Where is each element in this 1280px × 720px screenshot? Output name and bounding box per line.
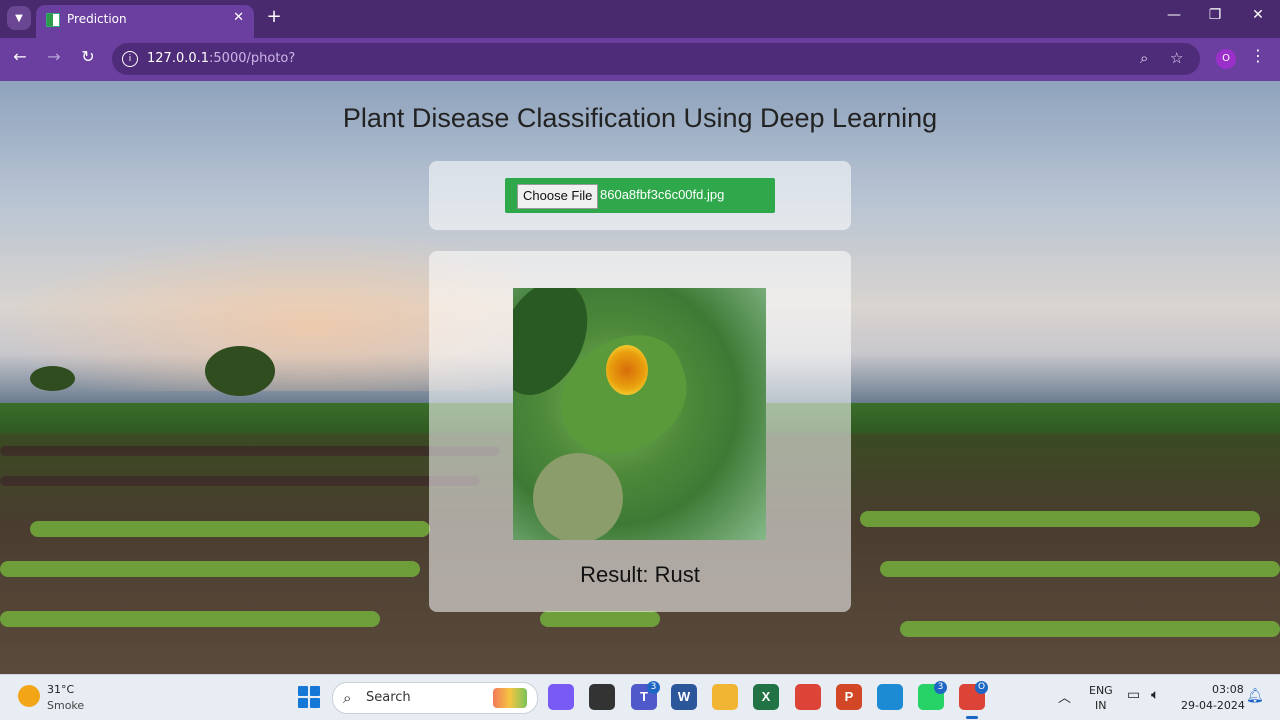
leaf-shape	[533, 453, 623, 540]
explorer-icon[interactable]	[712, 684, 738, 710]
notification-bell-icon[interactable]: 🔔︎	[1246, 688, 1264, 704]
field-row	[900, 621, 1280, 637]
taskbar: 31°C Smoke ⌕ Search T3WXP3O ︿ ENG IN ▭ 🔈…	[0, 674, 1280, 720]
whatsapp-badge: 3	[934, 681, 947, 694]
choose-file-button[interactable]: Choose File	[517, 184, 599, 209]
clock-time[interactable]: 03:08	[1212, 683, 1244, 696]
selected-file-name: 860a8fbf3c6c00fd.jpg	[600, 187, 725, 202]
weather-icon[interactable]	[18, 685, 40, 707]
chrome-icon[interactable]	[795, 684, 821, 710]
field-row	[0, 561, 420, 577]
reload-icon[interactable]: ↻	[76, 47, 100, 66]
taskbar-search[interactable]: ⌕ Search	[332, 682, 538, 714]
tab-strip: ▼ Prediction ✕ + — ❐ ✕	[0, 0, 1280, 38]
address-bar[interactable]: i 127.0.0.1:5000/photo? ⌕ ☆	[112, 43, 1200, 75]
favicon-icon	[46, 13, 60, 27]
network-icon[interactable]: ▭	[1127, 687, 1140, 703]
field-row	[0, 476, 480, 486]
file-input[interactable]: Choose File 860a8fbf3c6c00fd.jpg	[505, 178, 775, 213]
browser-toolbar: ← → ↻ i 127.0.0.1:5000/photo? ⌕ ☆ O ⋮	[0, 38, 1280, 81]
new-tab-button[interactable]: +	[264, 6, 284, 27]
weather-temperature[interactable]: 31°C	[47, 683, 74, 696]
uploaded-leaf-image	[513, 288, 766, 540]
copilot-icon[interactable]	[548, 684, 574, 710]
powerpoint-icon[interactable]: P	[836, 684, 862, 710]
field-row	[880, 561, 1280, 577]
close-window-button[interactable]: ✕	[1243, 7, 1273, 23]
restore-button[interactable]: ❐	[1200, 7, 1230, 23]
field-row	[540, 611, 660, 627]
url-text[interactable]: 127.0.0.1:5000/photo?	[147, 51, 295, 66]
upload-card: Choose File 860a8fbf3c6c00fd.jpg	[429, 161, 851, 230]
site-info-icon[interactable]: i	[122, 51, 138, 67]
forward-icon[interactable]: →	[42, 47, 66, 66]
word-icon[interactable]: W	[671, 684, 697, 710]
page-title: Plant Disease Classification Using Deep …	[342, 103, 938, 133]
page-background: Plant Disease Classification Using Deep …	[0, 81, 1280, 674]
show-hidden-icons[interactable]: ︿	[1058, 687, 1071, 706]
back-icon[interactable]: ←	[8, 47, 32, 66]
bookmark-star-icon[interactable]: ☆	[1170, 49, 1183, 67]
field-row	[0, 446, 500, 456]
tab-title: Prediction	[67, 12, 127, 26]
rust-spot	[606, 345, 648, 395]
field-row	[860, 511, 1260, 527]
region-indicator[interactable]: IN	[1095, 699, 1106, 712]
tab-prediction[interactable]: Prediction ✕	[36, 5, 254, 38]
search-icon: ⌕	[343, 689, 352, 707]
close-tab-icon[interactable]: ✕	[233, 10, 244, 25]
tree	[205, 346, 275, 396]
files-icon[interactable]	[589, 684, 615, 710]
language-indicator[interactable]: ENG	[1089, 684, 1113, 697]
weather-description[interactable]: Smoke	[47, 699, 84, 712]
field-row	[30, 521, 430, 537]
volume-icon[interactable]: 🔈︎	[1151, 687, 1159, 703]
vscode-icon[interactable]	[877, 684, 903, 710]
result-card: Result: Rust	[429, 251, 851, 612]
minimize-button[interactable]: —	[1159, 7, 1189, 23]
windows-start-icon[interactable]	[298, 686, 320, 708]
tree	[30, 366, 75, 391]
profile-avatar[interactable]: O	[1216, 49, 1236, 69]
tab-search-dropdown-icon[interactable]: ▼	[7, 6, 31, 30]
browser-menu-icon[interactable]: ⋮	[1250, 46, 1266, 65]
chrome-profile-badge: O	[975, 681, 988, 694]
excel-icon[interactable]: X	[753, 684, 779, 710]
clock-date[interactable]: 29-04-2024	[1181, 699, 1245, 712]
prediction-result: Result: Rust	[580, 562, 700, 587]
search-highlight-icon	[493, 688, 527, 708]
teams-badge: 3	[647, 681, 660, 694]
field-row	[0, 611, 380, 627]
search-label: Search	[366, 690, 411, 705]
zoom-icon[interactable]: ⌕	[1140, 49, 1148, 67]
